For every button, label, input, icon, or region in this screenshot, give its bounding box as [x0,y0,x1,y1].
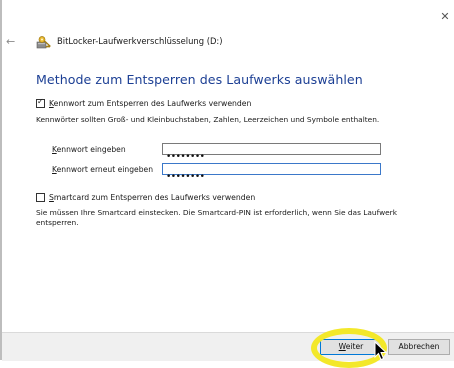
password-label-rest: ennwort eingeben [56,145,126,154]
password-repeat-label: Kennwort erneut eingeben [52,165,153,174]
window-title: BitLocker-Laufwerkverschlüsselung (D:) [57,36,223,46]
title-bar: ← BitLocker-Laufwerkverschlüsselung (D:) [6,32,223,50]
window-border [0,0,2,360]
password-option-row[interactable]: Kennwort zum Entsperren des Laufwerks ve… [36,97,251,108]
smartcard-option-row[interactable]: Smartcard zum Entsperren des Laufwerks v… [36,193,255,202]
next-button[interactable]: Weiter [320,339,382,355]
password-option-label-rest: ennwort zum Entsperren des Laufwerks ver… [53,99,252,108]
password-checkbox[interactable] [36,97,45,108]
button-bar: Weiter Abbrechen [2,332,454,361]
password-help-text: Kennwörter sollten Groß- und Kleinbuchst… [36,115,380,124]
next-button-accesskey: W [338,342,346,351]
close-icon[interactable]: ✕ [438,10,452,24]
password-field[interactable] [162,143,381,162]
password-repeat-input[interactable] [163,172,380,182]
smartcard-help-text-line1: Sie müssen Ihre Smartcard einstecken. Di… [36,208,397,217]
cancel-button[interactable]: Abbrechen [388,339,450,355]
password-label: Kennwort eingeben [52,145,126,154]
password-repeat-label-rest: ennwort erneut eingeben [56,165,154,174]
smartcard-help-text-line2: entsperren. [36,218,79,227]
password-option-label[interactable]: Kennwort zum Entsperren des Laufwerks ve… [49,99,251,108]
smartcard-option-label-rest: martcard zum Entsperren des Laufwerks ve… [53,193,256,202]
smartcard-option-label[interactable]: Smartcard zum Entsperren des Laufwerks v… [49,193,255,202]
password-repeat-field[interactable] [162,163,381,182]
bitlocker-wizard-window: ✕ ← BitLocker-Laufwerkverschlüsselung (D… [0,0,454,368]
next-button-label-rest: eiter [345,342,364,351]
page-heading: Methode zum Entsperren des Laufwerks aus… [36,72,363,87]
back-arrow-icon[interactable]: ← [6,35,20,48]
password-input[interactable] [163,152,380,162]
bitlocker-key-icon [36,34,52,49]
smartcard-checkbox[interactable] [36,193,45,202]
